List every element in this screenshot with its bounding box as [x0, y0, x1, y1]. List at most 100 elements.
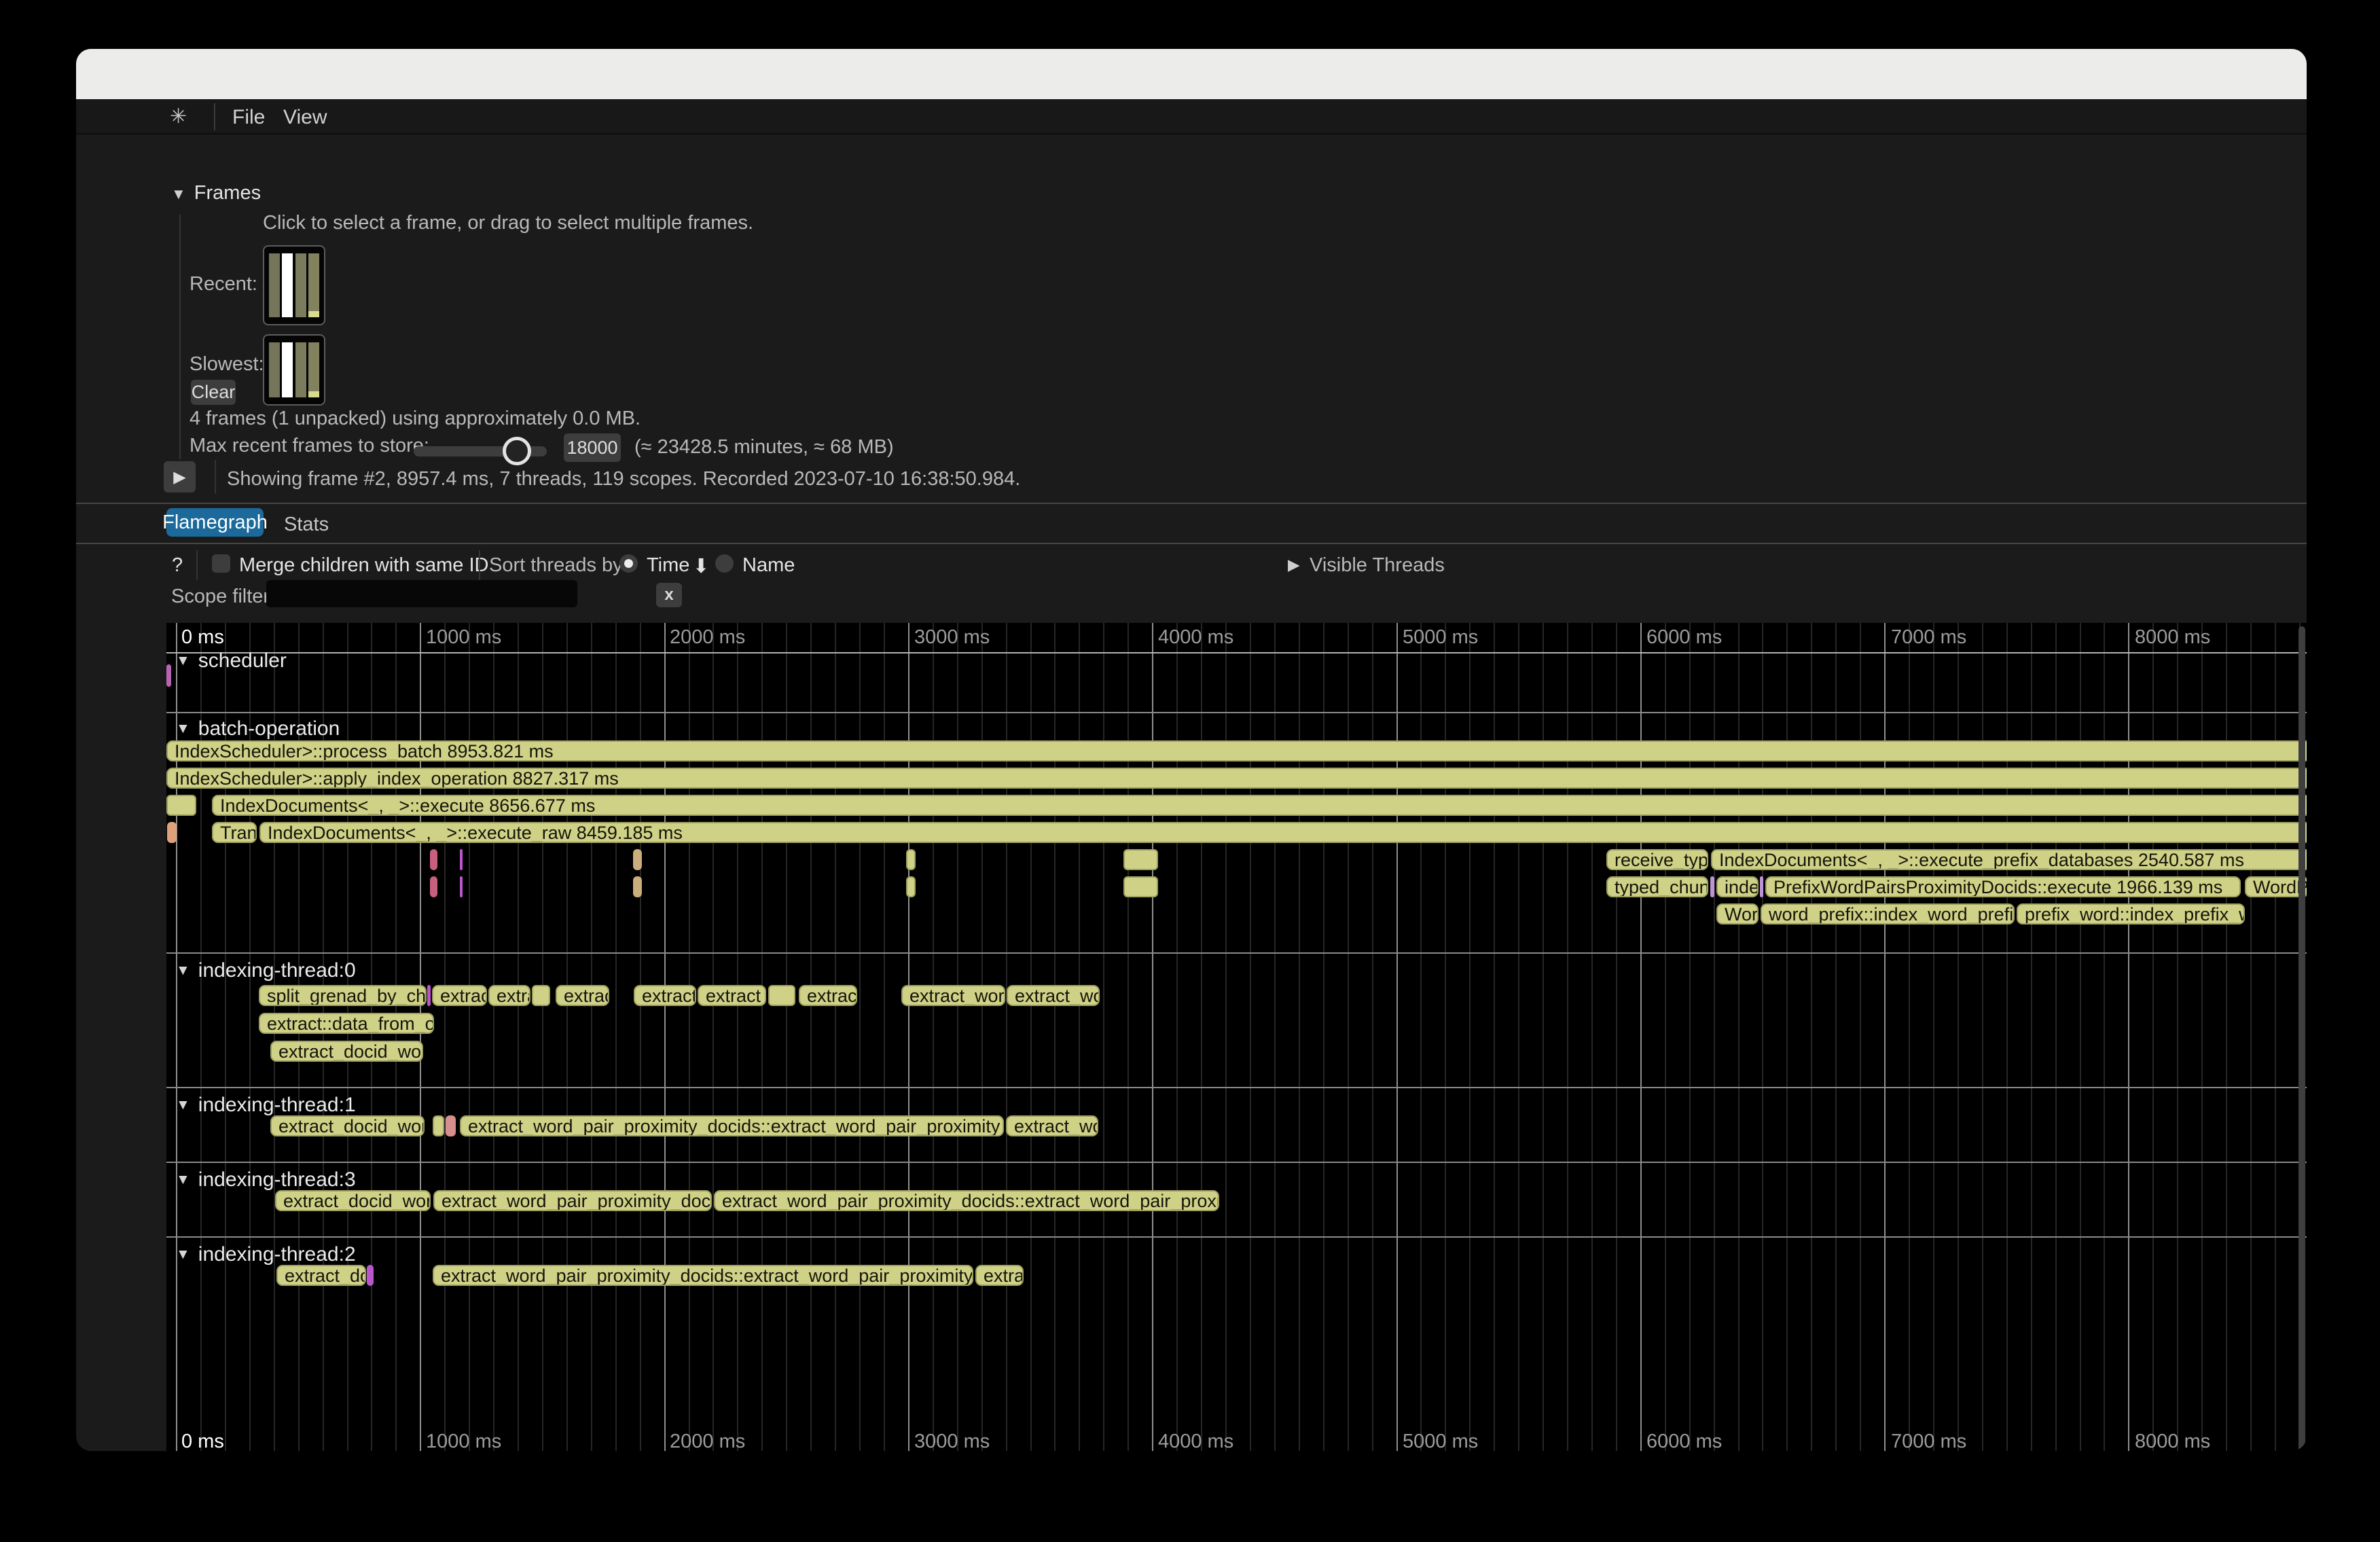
menu-view[interactable]: View: [283, 106, 327, 129]
flame-bar[interactable]: typed_chunk::w: [1606, 876, 1708, 897]
flame-bar[interactable]: extract_docid_word: [270, 1041, 423, 1062]
vertical-scrollbar[interactable]: [2298, 626, 2305, 1451]
flame-bar[interactable]: IndexDocuments<_, _>::execute 8656.677 m…: [212, 795, 2307, 816]
flame-bar[interactable]: [460, 876, 463, 897]
flame-bar[interactable]: [633, 849, 642, 870]
flame-bar[interactable]: [430, 876, 437, 897]
flame-bar[interactable]: extrac: [975, 1265, 1024, 1286]
frame-duration-stripe[interactable]: [295, 342, 306, 397]
frame-duration-stripe[interactable]: [269, 253, 280, 317]
flame-bar[interactable]: extract_: [698, 985, 766, 1006]
thread-section-header[interactable]: ▼indexing-thread:1: [176, 1094, 356, 1117]
flamegraph-canvas[interactable]: 0 ms1000 ms2000 ms3000 ms4000 ms5000 ms6…: [166, 623, 2307, 1451]
help-button[interactable]: ?: [172, 554, 183, 577]
thread-section-header[interactable]: ▼indexing-thread:0: [176, 959, 356, 982]
sort-name-radio[interactable]: [715, 554, 734, 573]
thread-section-header[interactable]: ▼indexing-thread:3: [176, 1168, 356, 1191]
flame-bar[interactable]: split_grenad_by_chun: [259, 985, 427, 1006]
scope-filter-input[interactable]: [266, 580, 577, 607]
thread-section-header[interactable]: ▼indexing-thread:2: [176, 1243, 356, 1266]
recent-frames-thumbnail[interactable]: [263, 245, 325, 325]
flame-bar[interactable]: prefix_word::index_prefix_wo: [2017, 903, 2245, 925]
app-menu-icon[interactable]: ✳: [170, 105, 187, 128]
flame-bar[interactable]: receive_typed_: [1606, 849, 1708, 870]
flame-bar[interactable]: PrefixWordPairsProximityDocids::execute …: [1765, 876, 2241, 897]
flame-bar[interactable]: extract_: [634, 985, 696, 1006]
clear-filter-button[interactable]: x: [656, 583, 682, 607]
flame-bar[interactable]: [167, 822, 177, 843]
collapse-triangle-icon: ▼: [171, 185, 186, 202]
flame-bar[interactable]: IndexScheduler>::apply_index_operation 8…: [166, 768, 2307, 789]
max-frames-value[interactable]: 18000: [564, 433, 621, 462]
flame-bar[interactable]: [166, 664, 171, 687]
flame-bar[interactable]: [446, 1115, 456, 1136]
sort-descending-icon[interactable]: ⬇: [693, 554, 709, 578]
flame-bar[interactable]: extract: [799, 985, 857, 1006]
frame-duration-stripe[interactable]: [295, 253, 306, 317]
thread-section-header[interactable]: ▼batch-operation: [176, 717, 340, 740]
flame-bar[interactable]: [166, 795, 196, 816]
flame-bar[interactable]: IndexDocuments<_, _>::execute_raw 8459.1…: [259, 822, 2307, 843]
tab-stats[interactable]: Stats: [284, 514, 329, 536]
thread-section-header[interactable]: ▼scheduler: [176, 649, 287, 673]
visible-threads-label[interactable]: Visible Threads: [1310, 554, 1445, 577]
frames-section-header[interactable]: ▼Frames: [171, 182, 261, 204]
flame-bar[interactable]: extract_word_pair_proximity_docids::extr…: [714, 1190, 1219, 1211]
flame-bar[interactable]: [1123, 849, 1158, 870]
flame-bar[interactable]: IndexDocuments<_, _>::execute_prefix_dat…: [1711, 849, 2307, 870]
flame-bar[interactable]: Word: [1716, 903, 1759, 925]
flame-bar[interactable]: [430, 849, 437, 870]
flame-bar[interactable]: [433, 1115, 444, 1136]
flame-bar[interactable]: [532, 985, 550, 1006]
flame-bar[interactable]: [367, 1265, 374, 1286]
menu-file[interactable]: File: [232, 106, 265, 129]
flame-bar[interactable]: [633, 876, 642, 897]
divider: [479, 550, 480, 580]
flame-bar[interactable]: index: [1716, 876, 1759, 897]
frame-duration-stripe[interactable]: [282, 253, 293, 317]
flame-bar[interactable]: extrac: [556, 985, 609, 1006]
scope-filter-label: Scope filter:: [171, 586, 275, 608]
merge-children-checkbox[interactable]: [212, 554, 230, 573]
flame-bar[interactable]: [1123, 876, 1158, 897]
flame-bar[interactable]: [906, 876, 916, 897]
flame-bar[interactable]: extract_wo: [1007, 985, 1100, 1006]
frames-usage-text: 4 frames (1 unpacked) using approximatel…: [190, 408, 641, 430]
play-button[interactable]: ▶: [164, 461, 196, 492]
flame-bar[interactable]: extract_word: [901, 985, 1005, 1006]
axis-tick-label: 1000 ms: [426, 626, 501, 649]
flame-bar[interactable]: extract_doc: [276, 1265, 366, 1286]
flame-bar[interactable]: extract_docid_word: [275, 1190, 431, 1211]
section-separator: [166, 712, 2307, 713]
flame-bar[interactable]: [906, 849, 916, 870]
flame-bar[interactable]: extract_word_pair_proximity_docids: [433, 1190, 712, 1211]
flame-bar[interactable]: [427, 985, 431, 1006]
flame-bar[interactable]: [768, 985, 795, 1006]
flame-bar[interactable]: extract_word_pair_proximity_docids::extr…: [460, 1115, 1004, 1136]
flame-bar[interactable]: extract::data_from_ob: [259, 1013, 434, 1034]
clear-button[interactable]: Clear: [191, 380, 236, 405]
flame-bar[interactable]: [1710, 876, 1714, 897]
slider-knob[interactable]: [503, 437, 531, 465]
flame-bar[interactable]: WordPr: [2245, 876, 2307, 897]
flame-bar[interactable]: [1760, 876, 1763, 897]
frame-duration-stripe[interactable]: [269, 342, 280, 397]
flame-bar[interactable]: IndexScheduler>::process_batch 8953.821 …: [166, 740, 2307, 761]
frame-duration-stripe[interactable]: [308, 342, 319, 397]
sort-time-radio[interactable]: [619, 554, 638, 573]
flame-bar[interactable]: word_prefix::index_word_prefix_: [1761, 903, 2015, 925]
axis-tick-label: 4000 ms: [1158, 626, 1233, 649]
flame-bar[interactable]: extract: [432, 985, 487, 1006]
flame-bar[interactable]: extract_word_pair_proximity_docids::extr…: [433, 1265, 973, 1286]
frame-duration-stripe[interactable]: [308, 253, 319, 317]
visible-threads-collapse-icon[interactable]: ▶: [1288, 556, 1300, 574]
flame-bar[interactable]: extract_wo: [1006, 1115, 1098, 1136]
tab-flamegraph[interactable]: Flamegraph: [166, 508, 264, 537]
frame-duration-stripe[interactable]: [282, 342, 293, 397]
flame-bar[interactable]: Trans: [212, 822, 257, 843]
thread-name: indexing-thread:0: [198, 959, 356, 982]
flame-bar[interactable]: extract_docid_word: [270, 1115, 425, 1136]
slowest-frames-thumbnail[interactable]: [263, 334, 325, 406]
flame-bar[interactable]: [460, 849, 463, 870]
flame-bar[interactable]: extra: [488, 985, 530, 1006]
